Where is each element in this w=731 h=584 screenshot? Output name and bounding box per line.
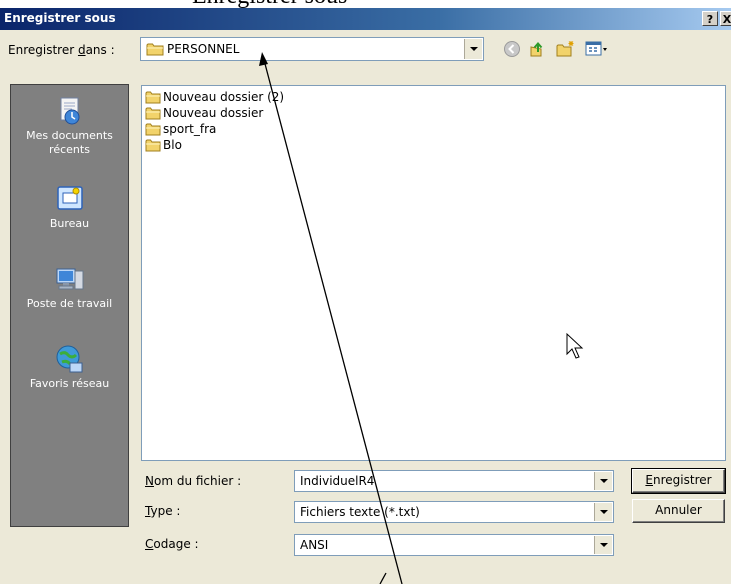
place-label: Bureau xyxy=(49,217,90,230)
help-button[interactable]: ? xyxy=(702,11,718,26)
list-item[interactable]: sport_fra xyxy=(145,121,216,137)
places-bar: Mes documents récents Bureau Poste de tr… xyxy=(10,84,129,527)
up-folder-icon[interactable] xyxy=(528,40,546,58)
caption-text: Enregistrer sous xyxy=(192,0,347,8)
file-name: Blo xyxy=(163,138,182,152)
chevron-down-icon[interactable] xyxy=(594,536,612,554)
list-item[interactable]: Nouveau dossier (2) xyxy=(145,89,284,105)
save-as-dialog: Enregistrer sous ? X Enregistrer dans : … xyxy=(0,8,731,584)
chevron-down-icon[interactable] xyxy=(594,503,612,521)
encoding-label: Codage : xyxy=(145,537,199,551)
save-in-dropdown[interactable]: PERSONNEL xyxy=(140,37,484,61)
close-button[interactable]: X xyxy=(720,11,731,26)
network-places-icon xyxy=(56,345,82,373)
encoding-dropdown[interactable]: ANSI xyxy=(294,534,614,556)
place-network[interactable]: Favoris réseau xyxy=(11,343,128,391)
file-name: Nouveau dossier xyxy=(163,106,264,120)
type-value: Fichiers texte (*.txt) xyxy=(300,505,420,519)
place-label: Mes documents récents xyxy=(26,129,113,156)
save-in-label: Enregistrer dans : xyxy=(8,43,115,57)
chevron-down-icon[interactable] xyxy=(594,472,612,490)
file-name: sport_fra xyxy=(163,122,217,136)
place-label: Poste de travail xyxy=(26,297,113,310)
my-computer-icon xyxy=(56,268,83,290)
place-label: Favoris réseau xyxy=(29,377,110,390)
desktop-icon xyxy=(56,186,83,210)
save-in-value: PERSONNEL xyxy=(167,42,240,56)
folder-icon xyxy=(145,123,161,136)
place-my-computer[interactable]: Poste de travail xyxy=(11,263,128,311)
encoding-value: ANSI xyxy=(300,538,329,552)
filename-field[interactable]: IndividuelR4 xyxy=(294,470,614,492)
folder-icon xyxy=(145,107,161,120)
file-name: Nouveau dossier (2) xyxy=(163,90,285,104)
view-menu-icon[interactable] xyxy=(585,40,609,58)
folder-icon xyxy=(145,139,161,152)
recent-documents-icon xyxy=(60,97,79,125)
save-button[interactable]: Enregistrer xyxy=(631,468,726,494)
type-dropdown[interactable]: Fichiers texte (*.txt) xyxy=(294,501,614,523)
place-recent-documents[interactable]: Mes documents récents xyxy=(11,95,128,157)
back-icon[interactable] xyxy=(503,40,521,58)
list-item[interactable]: Nouveau dossier xyxy=(145,105,263,121)
title-bar[interactable]: Enregistrer sous ? X xyxy=(0,8,731,30)
window-title: Enregistrer sous xyxy=(4,11,116,25)
list-item[interactable]: Blo xyxy=(145,137,182,153)
new-folder-icon[interactable] xyxy=(556,40,576,58)
chevron-down-icon[interactable] xyxy=(464,39,482,59)
filename-label: Nom du fichier : xyxy=(145,474,242,488)
type-label: Type : xyxy=(145,504,181,518)
document-caption-fragment: Enregistrer sous xyxy=(0,0,731,8)
place-desktop[interactable]: Bureau xyxy=(11,183,128,231)
file-list[interactable]: Nouveau dossier (2) Nouveau dossier spor… xyxy=(141,85,726,461)
filename-value: IndividuelR4 xyxy=(300,474,375,488)
folder-icon xyxy=(146,43,164,56)
folder-icon xyxy=(145,91,161,104)
cancel-button[interactable]: Annuler xyxy=(632,499,725,523)
